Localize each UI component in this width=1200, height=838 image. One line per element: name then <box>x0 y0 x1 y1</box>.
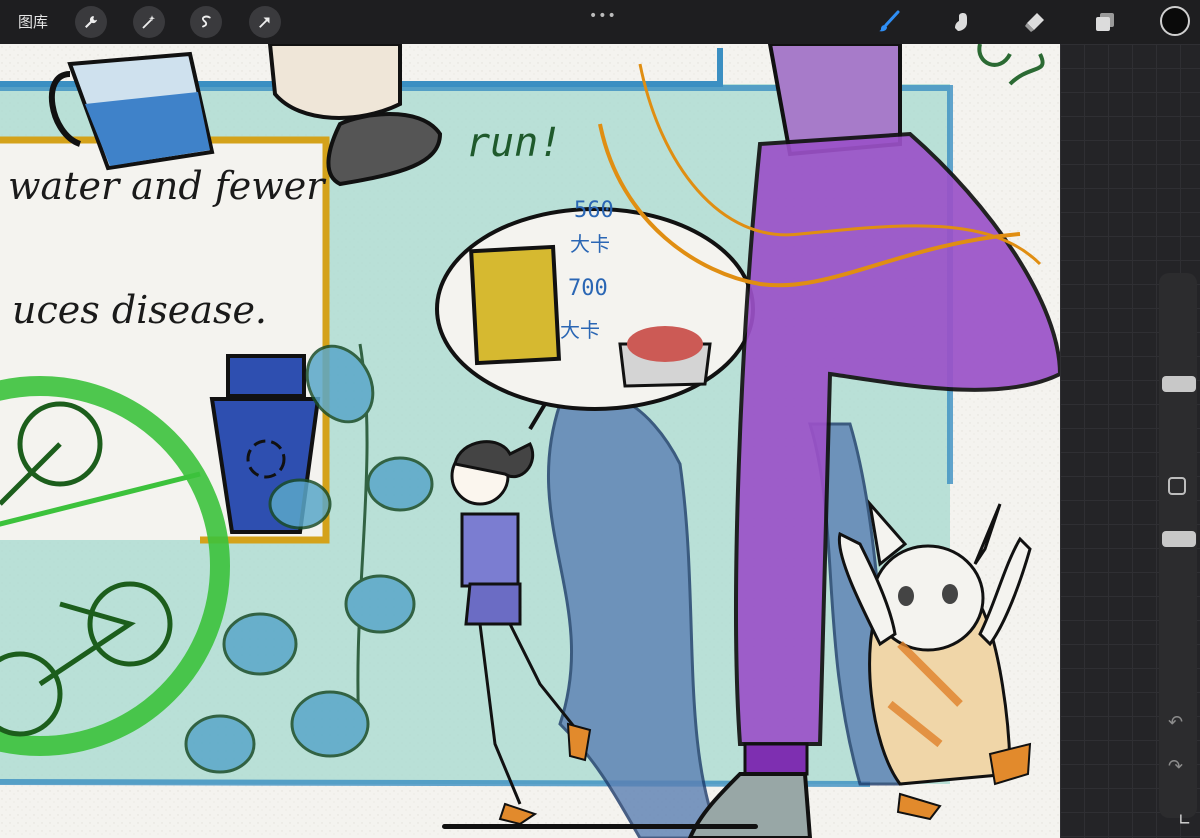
magic-wand-icon <box>142 15 155 29</box>
quickmenu-corner-icon[interactable]: ∟ <box>1178 810 1196 830</box>
smudge-icon <box>955 13 967 31</box>
run-label: run! <box>466 120 563 166</box>
calorie-bottom-unit: 大卡 <box>560 318 600 342</box>
brush-icon <box>879 10 900 32</box>
transform-button[interactable] <box>249 6 281 38</box>
brush-tool-button[interactable] <box>876 9 902 35</box>
eraser-icon <box>1025 13 1044 32</box>
undo-icon[interactable]: ↶ <box>1168 712 1190 734</box>
caption-line-2: uces disease. <box>12 288 268 332</box>
drawing-canvas[interactable]: water and fewer uces disease. run! 560 大… <box>0 44 1060 838</box>
calorie-bottom-value: 700 <box>568 276 608 301</box>
wrench-icon <box>85 16 97 28</box>
more-options-handle[interactable]: ••• <box>589 8 617 24</box>
actions-wrench-button[interactable] <box>75 6 107 38</box>
color-picker-button[interactable] <box>1160 6 1190 36</box>
redo-icon[interactable]: ↷ <box>1168 756 1190 778</box>
modify-button[interactable] <box>1168 477 1186 495</box>
layers-icon <box>1096 13 1114 31</box>
gallery-button[interactable]: 图库 <box>18 11 48 32</box>
adjustments-button[interactable] <box>133 6 165 38</box>
calorie-top-value: 560 <box>574 198 614 223</box>
home-indicator <box>442 824 758 829</box>
brush-size-thumb[interactable] <box>1162 376 1196 392</box>
eraser-tool-button[interactable] <box>1022 9 1048 35</box>
opacity-thumb[interactable] <box>1162 531 1196 547</box>
smudge-tool-button[interactable] <box>950 9 976 35</box>
caption-line-1: water and fewer <box>8 164 325 208</box>
transform-arrow-icon <box>259 17 270 28</box>
top-toolbar: 图库 ••• <box>0 0 1200 44</box>
calorie-top-unit: 大卡 <box>570 232 610 256</box>
selection-button[interactable] <box>190 6 222 38</box>
brush-size-slider[interactable] <box>1164 282 1192 446</box>
layers-button[interactable] <box>1092 9 1118 35</box>
selection-s-icon <box>201 15 211 28</box>
